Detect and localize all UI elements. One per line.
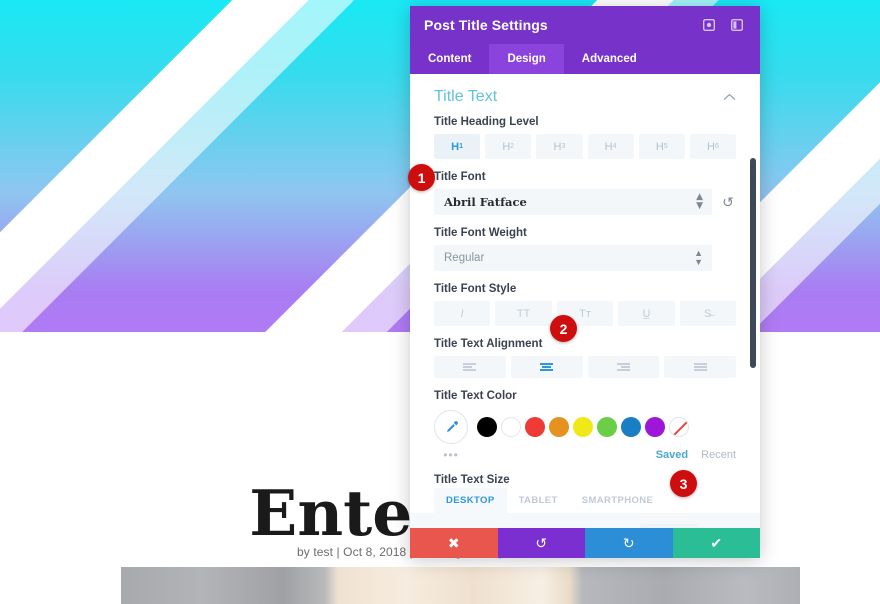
align-right-icon[interactable] [587, 356, 660, 378]
align-center-icon[interactable] [510, 356, 583, 378]
save-button[interactable]: ✔ [672, 528, 760, 558]
title-font-weight-select[interactable]: Regular ▲ ▼ [434, 245, 712, 271]
swatch-purple[interactable] [645, 417, 665, 437]
scrollbar-thumb[interactable] [750, 158, 756, 368]
title-font-weight-field: Title Font Weight Regular ▲ ▼ [410, 227, 760, 271]
title-text-color-label: Title Text Color [434, 390, 517, 402]
swatch-red[interactable] [525, 417, 545, 437]
cancel-button[interactable]: ✖ [410, 528, 498, 558]
undo-button[interactable]: ↺ [497, 528, 585, 558]
saved-colors-tab[interactable]: Saved [656, 449, 688, 461]
title-text-size-field: Title Text Size [410, 474, 760, 486]
tab-advanced[interactable]: Advanced [564, 44, 655, 74]
h4-label: H [604, 140, 613, 153]
modal-title: Post Title Settings [424, 17, 548, 33]
h2-sub: 2 [510, 143, 515, 150]
chevron-up-icon[interactable] [723, 90, 736, 104]
title-text-color-field: Title Text Color ••• Saved Recent [410, 390, 760, 462]
title-font-style-label: Title Font Style [434, 283, 517, 295]
color-footer-row: ••• Saved Recent [434, 448, 736, 462]
callout-badge-1: 1 [408, 164, 435, 191]
select-arrows-icon: ▲ ▼ [694, 248, 703, 267]
h3-label: H [553, 140, 562, 153]
title-font-field: Title Font Abril Fatface ▲ ▼ ↺ [410, 171, 760, 215]
heading-level-h5[interactable]: H5 [638, 134, 685, 159]
swatch-orange[interactable] [549, 417, 569, 437]
callout-badge-2: 2 [550, 315, 577, 342]
text-size-value[interactable]: 73px [640, 524, 698, 528]
h6-label: H [707, 140, 715, 153]
device-tab-tablet[interactable]: TABLET [507, 488, 570, 513]
align-justify-icon[interactable] [664, 356, 736, 378]
color-swatch-row [434, 408, 736, 444]
italic-icon[interactable]: I [434, 301, 491, 326]
strikethrough-icon[interactable]: S̶ [679, 301, 737, 326]
uppercase-icon[interactable]: TT [495, 301, 552, 326]
title-font-row: Abril Fatface ▲ ▼ ↺ [434, 189, 736, 215]
swatch-yellow[interactable] [573, 417, 593, 437]
layout-icon[interactable] [728, 16, 746, 34]
featured-image [121, 567, 800, 604]
more-colors-icon[interactable]: ••• [434, 448, 468, 462]
title-font-weight-label: Title Font Weight [434, 227, 527, 239]
title-font-weight-row: Regular ▲ ▼ [434, 245, 736, 271]
redo-button[interactable]: ↻ [585, 528, 673, 558]
h6-sub: 6 [714, 143, 719, 150]
scrollbar-track[interactable] [750, 76, 758, 526]
device-tab-smartphone[interactable]: SMARTPHONE [570, 488, 666, 513]
h1-label: H [451, 140, 460, 153]
h1-sub: 1 [459, 143, 464, 150]
fullscreen-icon[interactable] [700, 16, 718, 34]
text-size-reset-icon[interactable]: ↺ [708, 527, 722, 528]
tab-content[interactable]: Content [410, 44, 489, 74]
heading-level-h3[interactable]: H3 [536, 134, 583, 159]
modal-tab-bar: Content Design Advanced [410, 44, 760, 74]
title-font-reset-icon[interactable]: ↺ [720, 194, 736, 211]
h2-label: H [502, 140, 511, 153]
title-heading-level-label: Title Heading Level [434, 116, 539, 128]
section-title: Title Text [434, 88, 498, 105]
modal-body: Title Text Title Heading Level H1 H2 H3 … [410, 74, 760, 528]
tab-design[interactable]: Design [489, 44, 564, 74]
title-heading-level-field: Title Heading Level H1 H2 H3 H4 H5 H6 [410, 116, 760, 159]
heading-level-h6[interactable]: H6 [689, 134, 737, 159]
swatch-none[interactable] [669, 417, 689, 437]
alignment-button-group [434, 356, 736, 378]
title-text-alignment-label: Title Text Alignment [434, 338, 543, 350]
title-font-style-field: Title Font Style I TT Tт U̲ S̶ [410, 283, 760, 326]
swatch-white[interactable] [501, 417, 521, 437]
title-font-value: Abril Fatface [444, 195, 527, 209]
font-style-button-group: I TT Tт U̲ S̶ [434, 301, 737, 326]
title-text-section-header[interactable]: Title Text [410, 74, 760, 116]
select-arrows-icon: ▲ ▼ [696, 192, 703, 211]
align-left-icon[interactable] [434, 356, 506, 378]
title-font-select[interactable]: Abril Fatface ▲ ▼ [434, 189, 712, 215]
h5-label: H [655, 140, 664, 153]
modal-action-bar: ✖ ↺ ↻ ✔ [410, 528, 760, 558]
swatch-black[interactable] [477, 417, 497, 437]
heading-level-h2[interactable]: H2 [485, 134, 532, 159]
swatch-green[interactable] [597, 417, 617, 437]
recent-colors-tab[interactable]: Recent [701, 449, 736, 461]
text-size-slider-row: 73px ↺ ✕ [410, 513, 760, 528]
callout-badge-3: 3 [670, 470, 697, 497]
heading-level-h4[interactable]: H4 [587, 134, 634, 159]
heading-level-h1[interactable]: H1 [434, 134, 481, 159]
h4-sub: 4 [612, 143, 617, 150]
underline-icon[interactable]: U̲ [618, 301, 675, 326]
title-font-weight-value: Regular [444, 252, 485, 264]
swatch-blue[interactable] [621, 417, 641, 437]
post-title-settings-modal: Post Title Settings Content Design Advan… [410, 6, 760, 558]
h3-sub: 3 [561, 143, 566, 150]
title-font-label: Title Font [434, 171, 486, 183]
title-text-alignment-field: Title Text Alignment [410, 338, 760, 378]
device-tab-group: DESKTOP TABLET SMARTPHONE [410, 488, 760, 513]
device-tab-desktop[interactable]: DESKTOP [434, 488, 507, 513]
modal-header: Post Title Settings [410, 6, 760, 44]
h5-sub: 5 [663, 143, 668, 150]
heading-level-button-group: H1 H2 H3 H4 H5 H6 [434, 134, 737, 159]
eyedropper-icon[interactable] [434, 410, 468, 444]
